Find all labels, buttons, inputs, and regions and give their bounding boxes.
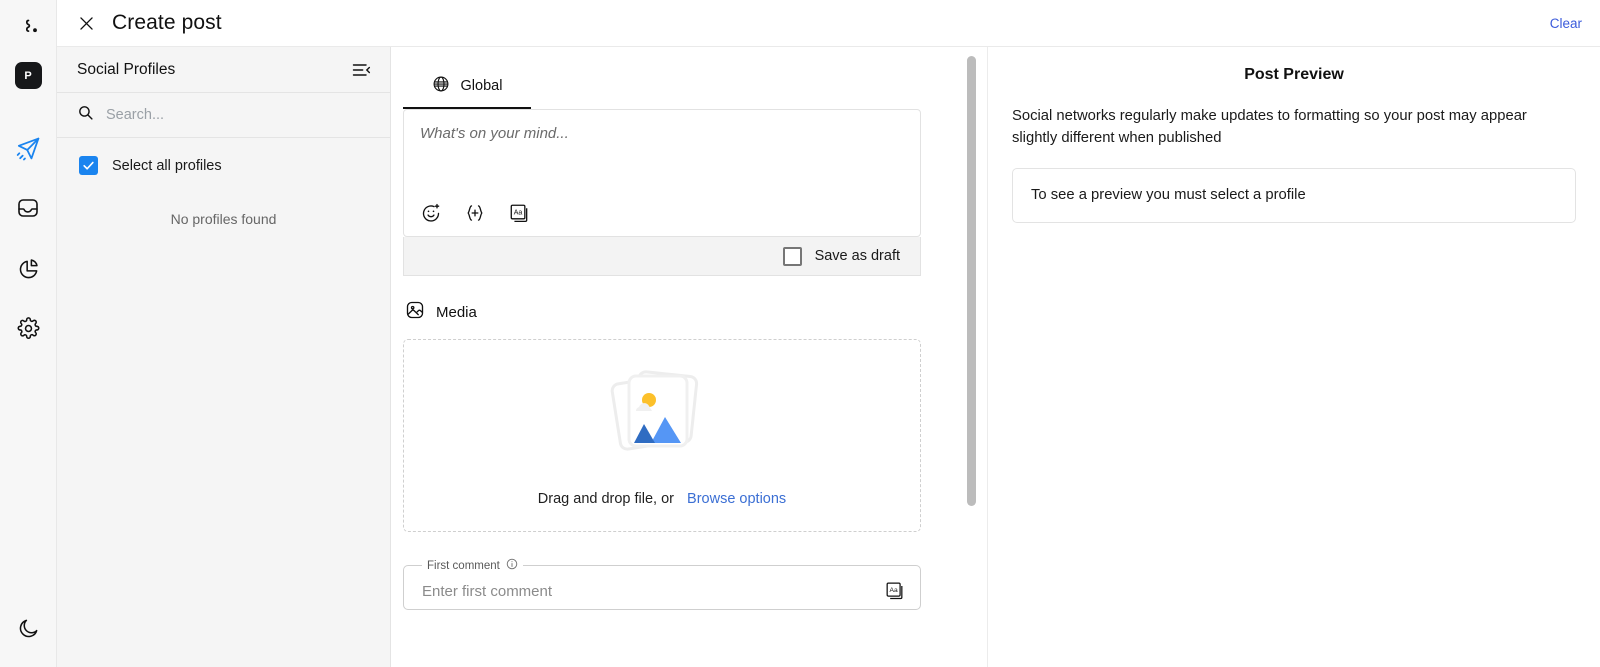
select-all-profiles-row[interactable]: Select all profiles xyxy=(57,138,390,189)
social-profiles-panel: Social Profiles Search... Select all pro… xyxy=(57,47,391,667)
first-comment-input[interactable] xyxy=(418,582,884,600)
profiles-search-row xyxy=(57,93,390,138)
top-bar: Create post Clear xyxy=(57,0,1600,47)
browse-options-link[interactable]: Browse options xyxy=(687,491,786,507)
sidebar-item-settings[interactable] xyxy=(15,315,41,341)
compose-toolbar: Aa xyxy=(404,194,920,236)
first-comment-legend-label: First comment xyxy=(427,559,500,572)
sidebar-item-analytics[interactable] xyxy=(15,255,41,281)
dropzone-text: Drag and drop file, or xyxy=(537,491,675,507)
media-dropzone[interactable]: Drag and drop file, or Browse options xyxy=(403,339,921,532)
search-input[interactable] xyxy=(106,107,370,123)
compose-placeholder[interactable]: What's on your mind... xyxy=(404,110,920,194)
theme-toggle-moon-icon[interactable] xyxy=(15,615,41,641)
first-comment-text-template-icon[interactable]: Aa xyxy=(884,580,906,602)
main-column: Create post Clear Social Profiles Search… xyxy=(57,0,1600,667)
social-profiles-header: Social Profiles xyxy=(57,47,390,93)
rail-icon-list xyxy=(15,135,41,341)
tab-global[interactable]: Global xyxy=(403,65,531,109)
page-title: Create post xyxy=(112,11,222,34)
create-post-screen: P Create post Clear Social Profiles Sear… xyxy=(0,0,1600,667)
svg-text:Aa: Aa xyxy=(890,587,898,594)
dropzone-caption: Drag and drop file, or Browse options xyxy=(538,491,786,507)
compose-box: What's on your mind... Aa xyxy=(403,109,921,237)
text-template-icon[interactable]: Aa xyxy=(508,202,530,224)
brand-logo-icon[interactable] xyxy=(11,12,45,46)
save-as-draft-label: Save as draft xyxy=(814,248,900,264)
info-icon[interactable] xyxy=(506,558,518,573)
search-icon xyxy=(77,104,94,126)
post-preview-empty-message: To see a preview you must select a profi… xyxy=(1031,187,1306,204)
emoji-icon[interactable] xyxy=(420,202,442,224)
post-editor-scroll-area: Global What's on your mind... Aa Save as… xyxy=(391,47,987,667)
save-as-draft-checkbox[interactable] xyxy=(782,246,802,266)
no-profiles-message: No profiles found xyxy=(170,211,277,227)
media-section: Media Drag and drop file, or Browse opti… xyxy=(403,300,921,532)
workspace-badge[interactable]: P xyxy=(14,62,42,89)
post-preview-note: Social networks regularly make updates t… xyxy=(1012,108,1527,146)
variable-icon[interactable] xyxy=(464,202,486,224)
sidebar-item-publish[interactable] xyxy=(15,135,41,161)
post-preview-title: Post Preview xyxy=(1244,66,1344,83)
editor-scrollbar[interactable] xyxy=(967,56,976,506)
collapse-sidebar-icon[interactable] xyxy=(348,57,374,83)
post-preview-panel: Post Preview Social networks regularly m… xyxy=(987,47,1600,667)
app-nav-rail: P xyxy=(0,0,57,667)
image-icon xyxy=(405,300,425,325)
media-illustration-icon xyxy=(610,364,714,465)
media-title: Media xyxy=(436,304,477,321)
select-all-checkbox[interactable] xyxy=(79,156,98,175)
post-editor-panel: Global What's on your mind... Aa Save as… xyxy=(391,47,987,667)
content-body: Social Profiles Search... Select all pro… xyxy=(57,47,1600,667)
sidebar-item-inbox[interactable] xyxy=(15,195,41,221)
first-comment-field: First comment Enter first comment Aa xyxy=(403,558,921,610)
clear-button[interactable]: Clear xyxy=(1550,16,1582,31)
social-profiles-heading: Social Profiles xyxy=(77,60,176,78)
post-preview-empty-box: To see a preview you must select a profi… xyxy=(1012,167,1576,223)
media-header: Media xyxy=(403,300,921,325)
tab-global-label: Global xyxy=(460,78,503,94)
globe-icon xyxy=(432,75,450,97)
workspace-badge-label: P xyxy=(24,69,32,82)
select-all-label: Select all profiles xyxy=(112,157,222,174)
close-icon[interactable] xyxy=(73,10,99,36)
save-draft-bar: Save as draft xyxy=(403,237,921,276)
first-comment-legend: First comment xyxy=(422,558,523,573)
svg-text:Aa: Aa xyxy=(513,209,522,216)
editor-tabs: Global xyxy=(403,65,921,109)
